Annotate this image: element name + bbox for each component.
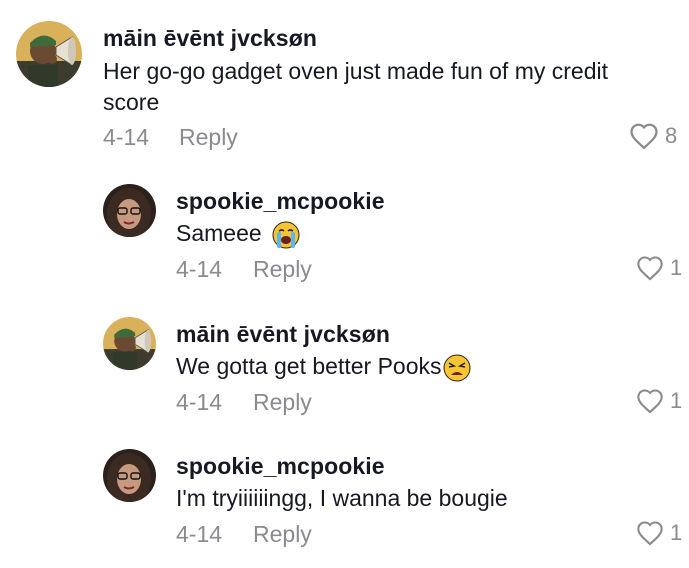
comment-date: 4-14 <box>176 256 223 282</box>
like-count: 1 <box>670 520 683 545</box>
comment-username[interactable]: spookie_mcpookie <box>176 188 385 215</box>
man-megaphone-avatar <box>103 317 156 370</box>
comment-username[interactable]: spookie_mcpookie <box>176 453 385 480</box>
heart-icon <box>637 256 663 281</box>
like-button[interactable]: 1 <box>636 388 682 414</box>
like-count: 8 <box>665 123 678 148</box>
comment-username[interactable]: māin ēvēnt jvcksøn <box>103 25 317 52</box>
reply-button[interactable]: Reply <box>253 256 312 283</box>
comment-date: 4-14 <box>176 389 223 415</box>
comment-text: Her go-go gadget oven just made fun of m… <box>103 58 609 115</box>
heart-icon <box>630 123 658 150</box>
like-button[interactable]: 1 <box>636 255 682 281</box>
reply-button[interactable]: Reply <box>179 124 238 151</box>
man-megaphone-avatar <box>16 21 82 87</box>
woman-glasses-avatar <box>103 449 156 502</box>
comment-username[interactable]: māin ēvēnt jvcksøn <box>176 321 390 348</box>
reply-button[interactable]: Reply <box>253 389 312 416</box>
loudly-crying-face-icon <box>272 221 300 249</box>
heart-icon <box>637 521 663 546</box>
comment-text: I'm tryiiiiiingg, I wanna be bougie <box>176 485 508 511</box>
comment-text: Sameee <box>176 220 262 246</box>
reply-button[interactable]: Reply <box>253 521 312 548</box>
like-button[interactable]: 8 <box>629 122 677 150</box>
weary-face-icon <box>443 354 471 382</box>
like-count: 1 <box>670 388 683 413</box>
user-avatar[interactable] <box>103 184 156 237</box>
heart-icon <box>637 389 663 414</box>
like-button[interactable]: 1 <box>636 520 682 546</box>
comment-text: We gotta get better Pooks <box>176 353 442 379</box>
like-count: 1 <box>670 255 683 280</box>
woman-glasses-avatar <box>103 184 156 237</box>
user-avatar[interactable] <box>103 317 156 370</box>
comment-date: 4-14 <box>176 521 223 547</box>
user-avatar[interactable] <box>103 449 156 502</box>
comment-text-line: We gotta get better Pooks <box>176 351 471 382</box>
comment-text-line: Sameee <box>176 218 300 249</box>
comment-date: 4-14 <box>103 124 150 150</box>
user-avatar[interactable] <box>16 21 82 87</box>
